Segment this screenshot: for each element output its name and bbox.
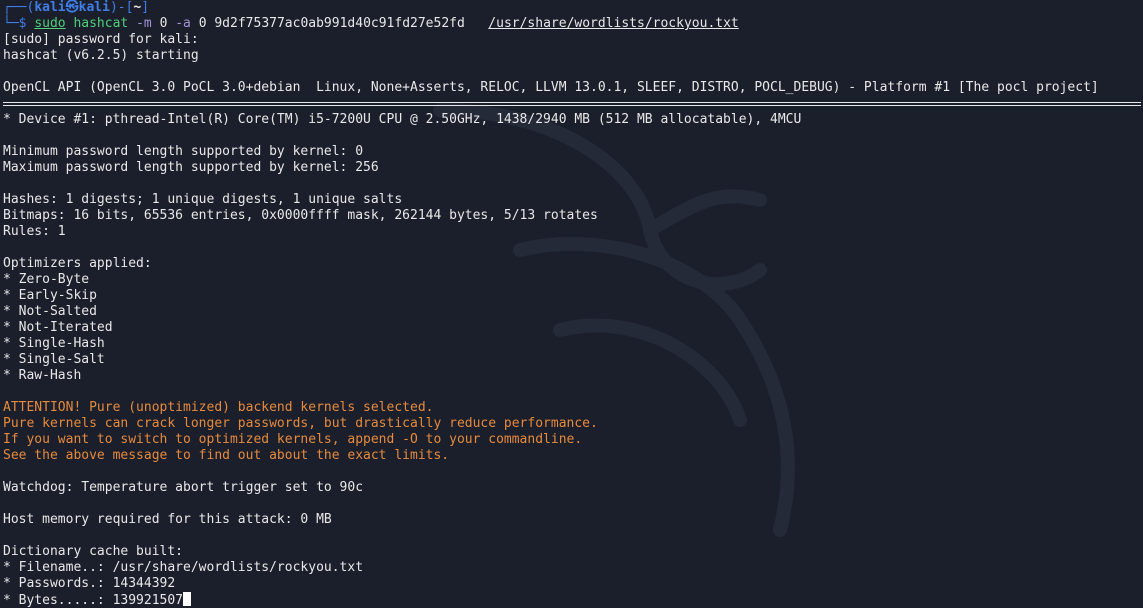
hashes-info: Hashes: 1 digests; 1 unique digests, 1 u… [3, 192, 403, 207]
cmd-wordlist: /usr/share/wordlists/rockyou.txt [488, 16, 739, 31]
prompt-suffix: ] [141, 0, 150, 15]
command-line[interactable]: └─$ sudo hashcat -m 0 -a 0 9d2f75377ac0a… [3, 16, 1141, 32]
attention-warning: Pure kernels can crack longer passwords,… [3, 416, 598, 431]
dictionary-bytes-line: * Bytes.....: 139921507 [3, 592, 1141, 608]
cmd-sudo: sudo [34, 16, 66, 31]
cmd-hash: 9d2f75377ac0ab991d40c91fd27e52fd [214, 16, 465, 31]
optimizer-item: * Raw-Hash [3, 368, 82, 383]
cmd-val-a: 0 [198, 16, 207, 31]
attention-warning: ATTENTION! Pure (unoptimized) backend ke… [3, 400, 434, 415]
max-password-length: Maximum password length supported by ker… [3, 160, 379, 175]
double-rule-divider [3, 96, 1141, 112]
cmd-program: hashcat [73, 16, 129, 31]
terminal-window[interactable]: ┌──(kali㉿kali)-[~] └─$ sudo hashcat -m 0… [0, 0, 1143, 608]
min-password-length: Minimum password length supported by ker… [3, 144, 364, 159]
prompt-mid: )-[ [109, 0, 134, 15]
cmd-flag-m: -m [136, 16, 152, 31]
optimizer-item: * Early-Skip [3, 288, 97, 303]
bitmaps-info: Bitmaps: 16 bits, 65536 entries, 0x0000f… [3, 208, 598, 223]
optimizers-header: Optimizers applied: [3, 256, 152, 271]
dictionary-passwords: * Passwords.: 14344392 [3, 576, 176, 591]
cmd-flag-a: -a [175, 16, 191, 31]
cmd-val-m: 0 [159, 16, 168, 31]
optimizer-item: * Single-Hash [3, 336, 105, 351]
optimizer-item: * Not-Salted [3, 304, 97, 319]
optimizer-item: * Single-Salt [3, 352, 105, 367]
optimizer-item: * Zero-Byte [3, 272, 90, 287]
terminal-cursor [183, 592, 192, 606]
dictionary-header: Dictionary cache built: [3, 544, 184, 559]
attention-warning: See the above message to find out about … [3, 448, 450, 463]
optimizer-item: * Not-Iterated [3, 320, 113, 335]
dictionary-filename: * Filename..: /usr/share/wordlists/rocky… [3, 560, 364, 575]
prompt-line: ┌──(kali㉿kali)-[~] [3, 0, 1141, 16]
device-info: * Device #1: pthread-Intel(R) Core(TM) i… [3, 112, 802, 127]
hashcat-starting: hashcat (v6.2.5) starting [3, 48, 199, 63]
prompt-arrow: └─$ [3, 16, 35, 31]
opencl-platform: OpenCL API (OpenCL 3.0 PoCL 3.0+debian L… [3, 80, 1099, 95]
attention-warning: If you want to switch to optimized kerne… [3, 432, 583, 447]
watchdog-info: Watchdog: Temperature abort trigger set … [3, 480, 364, 495]
host-memory-info: Host memory required for this attack: 0 … [3, 512, 332, 527]
dictionary-bytes: * Bytes.....: 139921507 [3, 593, 184, 608]
sudo-prompt: [sudo] password for kali: [3, 32, 199, 47]
rules-info: Rules: 1 [3, 224, 66, 239]
prompt-prefix: ┌──( [3, 0, 35, 15]
prompt-user: kali㉿kali [34, 0, 110, 15]
